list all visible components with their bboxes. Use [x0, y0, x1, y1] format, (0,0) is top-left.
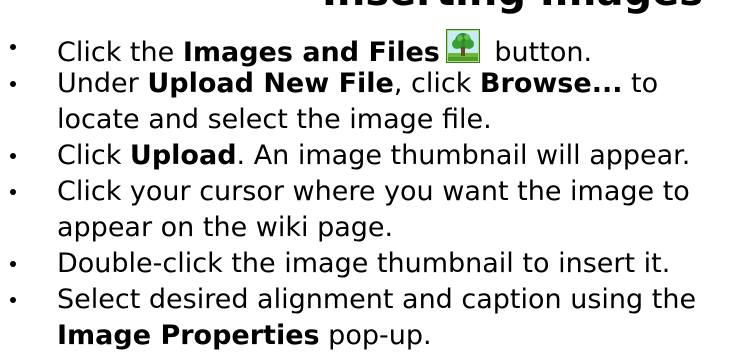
- instruction-3-text-b: . An image thumbnail will appear.: [236, 140, 691, 171]
- instruction-4-line-2: appear on the wiki page.: [57, 212, 394, 243]
- bullet-1: [10, 44, 16, 50]
- instruction-2-line-2: locate and select the image file.: [57, 104, 492, 135]
- bullet-5: [10, 261, 16, 267]
- images-and-files-button[interactable]: [445, 29, 480, 63]
- tree-image-icon: [445, 29, 480, 63]
- instruction-2: Under Upload New File, click Browse... t…: [57, 66, 658, 102]
- heading-clip: Inserting Images: [0, 0, 754, 14]
- instruction-1-text-b: button.: [485, 37, 593, 68]
- instruction-2-text-c: to: [622, 68, 659, 99]
- bullet-3: [10, 153, 16, 159]
- instruction-6-bold-a: Image Properties: [57, 320, 320, 351]
- instruction-2-bold-b: Browse...: [479, 68, 623, 99]
- instruction-3-bold-a: Upload: [129, 140, 237, 171]
- instruction-6: Select desired alignment and caption usi…: [57, 284, 697, 315]
- instruction-1-text-a: Click the: [57, 37, 183, 68]
- bullet-6: [10, 297, 16, 303]
- instruction-4: Click your cursor where you want the ima…: [57, 176, 690, 207]
- instruction-2-bold-a: Upload New File: [147, 68, 394, 99]
- bullet-2: [10, 81, 16, 87]
- instruction-1-bold-a: Images and Files: [182, 37, 440, 68]
- instruction-2-text-a: Under: [57, 68, 148, 99]
- instruction-2-text-b: , click: [393, 68, 480, 99]
- instruction-3-text-a: Click: [57, 140, 130, 171]
- bullet-4: [10, 189, 16, 195]
- instruction-6-line-2: Image Properties pop-up.: [57, 318, 432, 353]
- instruction-6-text-b: pop-up.: [319, 320, 432, 351]
- page-heading: Inserting Images: [322, 0, 703, 12]
- instruction-3: Click Upload. An image thumbnail will ap…: [57, 138, 690, 174]
- instruction-5: Double-click the image thumbnail to inse…: [57, 248, 671, 279]
- instruction-1: Click the Images and Files button.: [57, 29, 592, 71]
